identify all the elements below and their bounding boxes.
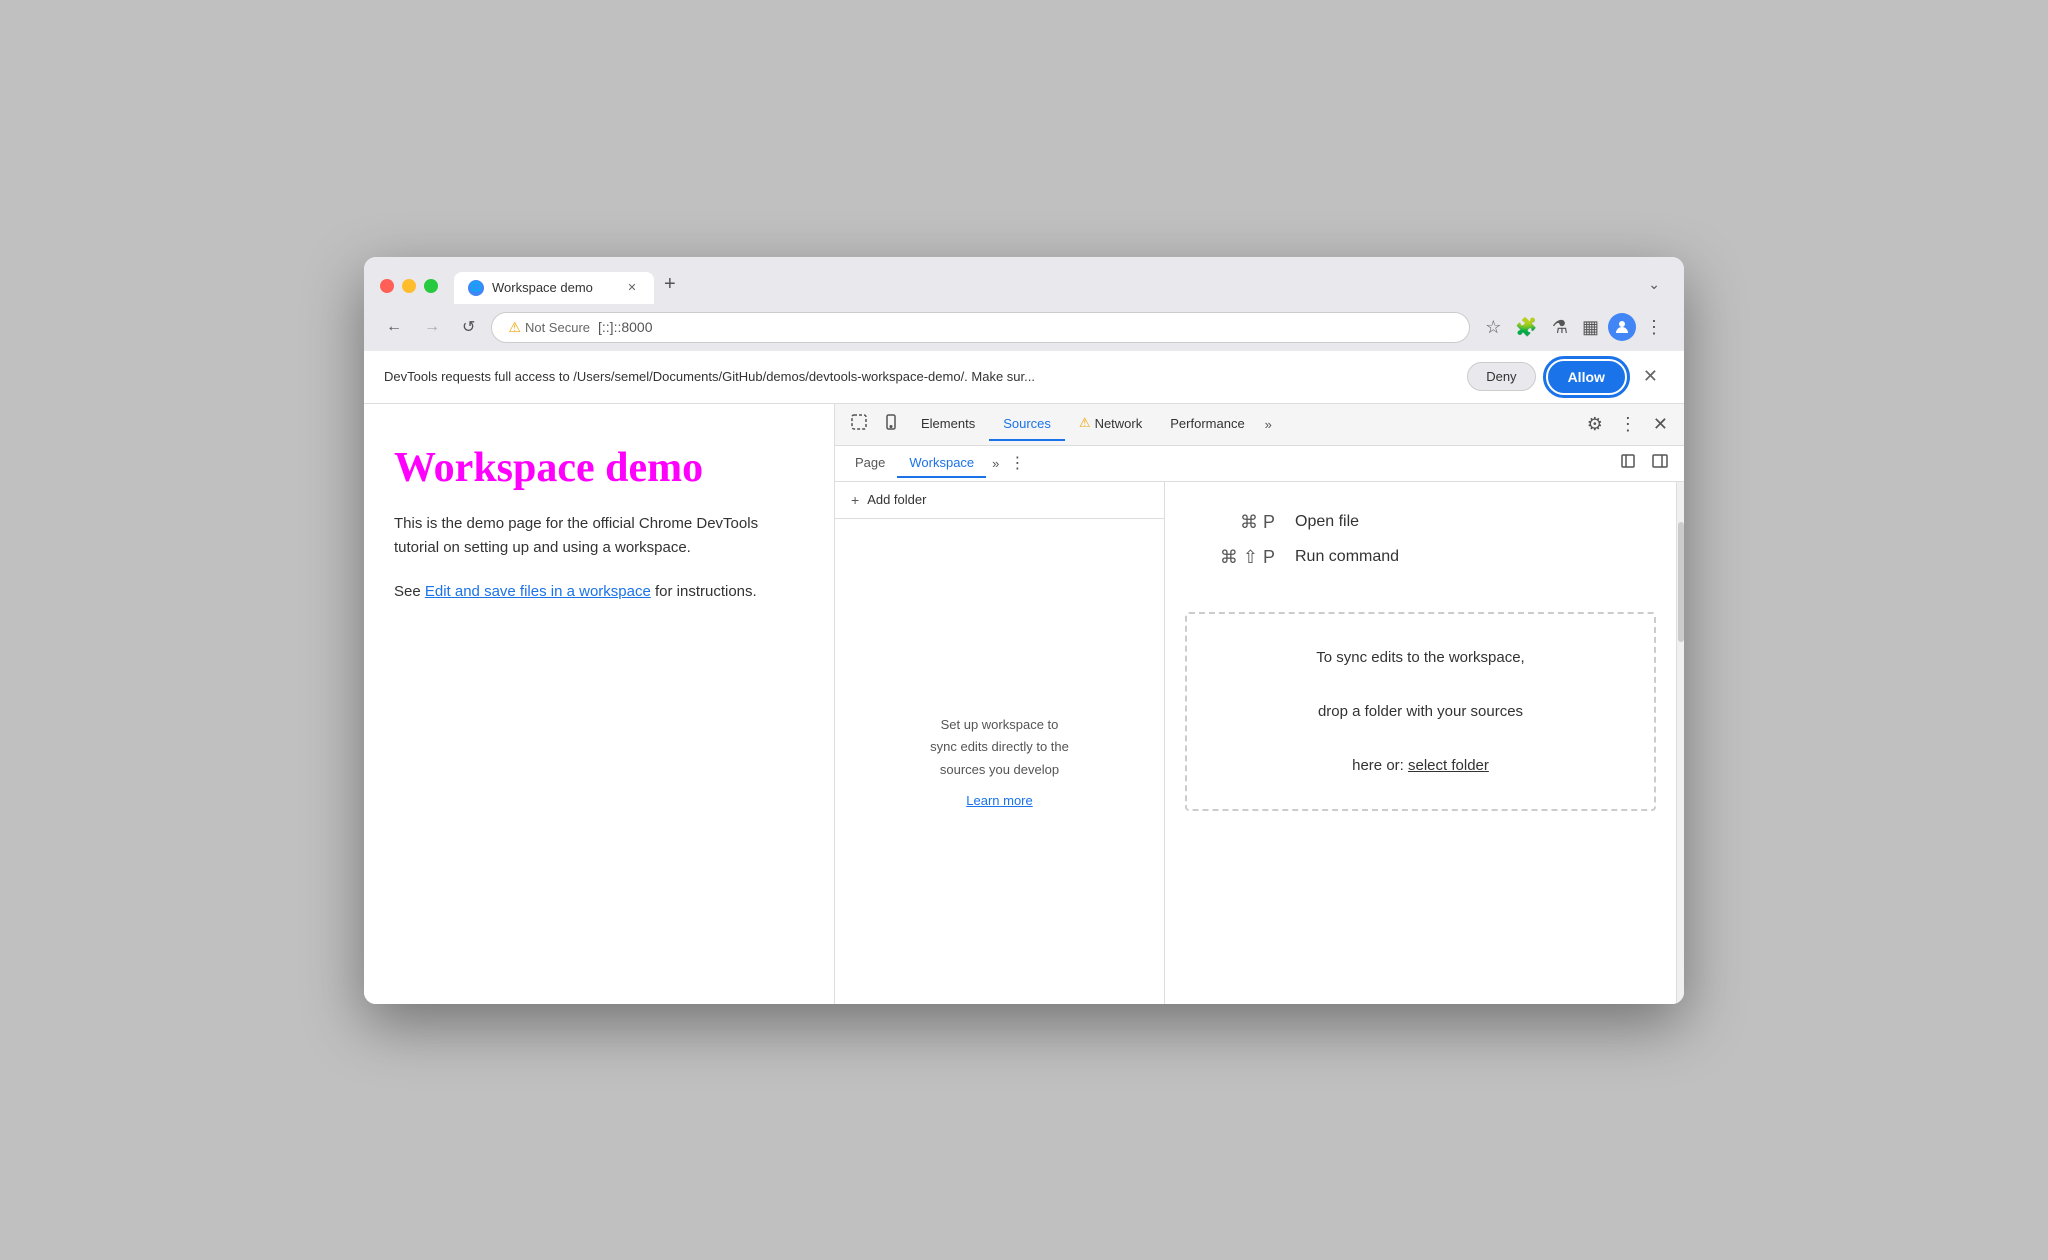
cursor-icon-button[interactable] — [843, 406, 875, 443]
workspace-empty-text: Set up workspace to sync edits directly … — [930, 714, 1069, 780]
add-folder-label: Add folder — [867, 492, 926, 507]
editor-shortcuts: ⌘ P Open file ⌘ ⇧ P Run command — [1165, 482, 1676, 602]
title-bar: 🌐 Workspace demo ✕ + ⌄ — [364, 257, 1684, 304]
traffic-lights — [380, 279, 438, 293]
notification-close-button[interactable]: ✕ — [1637, 364, 1664, 389]
page-description: This is the demo page for the official C… — [394, 512, 804, 560]
url-bar[interactable]: ⚠ Not Secure [::]::8000 — [491, 312, 1470, 343]
tab-close-button[interactable]: ✕ — [624, 280, 640, 296]
shortcut1-key: ⌘ P — [1195, 512, 1275, 533]
page-link-paragraph: See Edit and save files in a workspace f… — [394, 580, 804, 604]
extensions-button[interactable]: 🧩 — [1510, 312, 1542, 343]
dropzone-line3-prefix: here or: — [1352, 757, 1408, 774]
tab-overflow-button[interactable]: ⌄ — [1640, 272, 1668, 297]
shortcut-run-command: ⌘ ⇧ P Run command — [1195, 547, 1646, 568]
shortcut-open-file: ⌘ P Open file — [1195, 512, 1646, 533]
address-bar: ← → ↺ ⚠ Not Secure [::]::8000 ☆ 🧩 ⚗ ▦ ⋮ — [364, 304, 1684, 351]
drop-zone[interactable]: To sync edits to the workspace, drop a f… — [1185, 612, 1656, 811]
menu-button[interactable]: ⋮ — [1640, 312, 1668, 343]
favicon-icon: 🌐 — [470, 282, 482, 293]
devtools-close-button[interactable]: ✕ — [1645, 406, 1676, 443]
sources-workspace-tab[interactable]: Workspace — [897, 449, 986, 478]
secondary-dots-button[interactable]: ⋮ — [1009, 453, 1025, 473]
shortcut1-desc: Open file — [1295, 513, 1359, 531]
devtools-more-tabs-button[interactable]: » — [1259, 409, 1278, 440]
webpage-content: Workspace demo This is the demo page for… — [364, 404, 834, 1004]
devtools-panel: Elements Sources ⚠ Network Performance »… — [834, 404, 1684, 1004]
mobile-icon-button[interactable] — [875, 406, 907, 443]
toolbar-icons: ☆ 🧩 ⚗ ▦ ⋮ — [1480, 312, 1668, 343]
devtools-secondary-toolbar: Page Workspace » ⋮ — [835, 446, 1684, 482]
reload-button[interactable]: ↺ — [456, 313, 481, 341]
shortcut2-key: ⌘ ⇧ P — [1195, 547, 1275, 568]
notification-text: DevTools requests full access to /Users/… — [384, 369, 1455, 384]
sidebar-button[interactable]: ▦ — [1577, 312, 1604, 343]
main-content: Workspace demo This is the demo page for… — [364, 404, 1684, 1004]
tab-elements[interactable]: Elements — [907, 408, 989, 441]
warning-icon: ⚠ — [508, 319, 521, 336]
maximize-window-button[interactable] — [424, 279, 438, 293]
learn-more-button[interactable]: Learn more — [966, 793, 1032, 808]
sources-page-tab[interactable]: Page — [843, 449, 897, 478]
security-indicator: ⚠ Not Secure — [508, 319, 590, 336]
notification-bar: DevTools requests full access to /Users/… — [364, 351, 1684, 404]
shortcut2-desc: Run command — [1295, 548, 1399, 566]
security-label: Not Secure — [525, 320, 590, 335]
workspace-empty-state: Set up workspace to sync edits directly … — [835, 519, 1164, 1004]
sources-panel-button[interactable] — [1644, 445, 1676, 482]
deny-button[interactable]: Deny — [1467, 362, 1535, 391]
page-title: Workspace demo — [394, 444, 804, 492]
sources-toggle-button[interactable] — [1612, 445, 1644, 482]
tab-performance[interactable]: Performance — [1156, 408, 1258, 441]
tab-network[interactable]: ⚠ Network — [1065, 407, 1156, 441]
tab-bar: 🌐 Workspace demo ✕ + — [454, 269, 1628, 304]
active-tab[interactable]: 🌐 Workspace demo ✕ — [454, 272, 654, 304]
secondary-more-button[interactable]: » — [986, 452, 1005, 475]
editor-panel: ⌘ P Open file ⌘ ⇧ P Run command To sync … — [1165, 482, 1676, 1004]
devtools-more-options-button[interactable]: ⋮ — [1611, 406, 1645, 443]
dropzone-line1: To sync edits to the workspace, — [1316, 649, 1524, 666]
new-tab-button[interactable]: + — [656, 269, 684, 300]
add-folder-button[interactable]: + Add folder — [835, 482, 1164, 519]
allow-button[interactable]: Allow — [1548, 361, 1625, 393]
devtools-scrollbar[interactable] — [1676, 482, 1684, 1004]
file-panel: + Add folder Set up workspace to sync ed… — [835, 482, 1165, 1004]
add-folder-icon: + — [851, 492, 859, 508]
profile-avatar[interactable] — [1608, 313, 1636, 341]
devtools-toolbar: Elements Sources ⚠ Network Performance »… — [835, 404, 1684, 446]
url-text: [::]::8000 — [598, 319, 652, 335]
link-suffix: for instructions. — [651, 583, 757, 600]
tab-favicon: 🌐 — [468, 280, 484, 296]
devtools-body: + Add folder Set up workspace to sync ed… — [835, 482, 1684, 1004]
select-folder-link[interactable]: select folder — [1408, 757, 1489, 774]
browser-window: 🌐 Workspace demo ✕ + ⌄ ← → ↺ ⚠ Not Secur… — [364, 257, 1684, 1004]
back-button[interactable]: ← — [380, 314, 408, 340]
tab-title: Workspace demo — [492, 280, 616, 295]
link-prefix: See — [394, 583, 425, 600]
tab-sources[interactable]: Sources — [989, 408, 1065, 441]
devtools-settings-button[interactable]: ⚙ — [1579, 406, 1611, 443]
network-warning-icon: ⚠ — [1079, 415, 1091, 431]
scrollbar-thumb[interactable] — [1678, 522, 1684, 642]
close-window-button[interactable] — [380, 279, 394, 293]
minimize-window-button[interactable] — [402, 279, 416, 293]
forward-button[interactable]: → — [418, 314, 446, 340]
bookmark-button[interactable]: ☆ — [1480, 312, 1506, 343]
dropzone-line2: drop a folder with your sources — [1318, 703, 1523, 720]
labs-button[interactable]: ⚗ — [1547, 312, 1573, 343]
workspace-link[interactable]: Edit and save files in a workspace — [425, 583, 651, 600]
